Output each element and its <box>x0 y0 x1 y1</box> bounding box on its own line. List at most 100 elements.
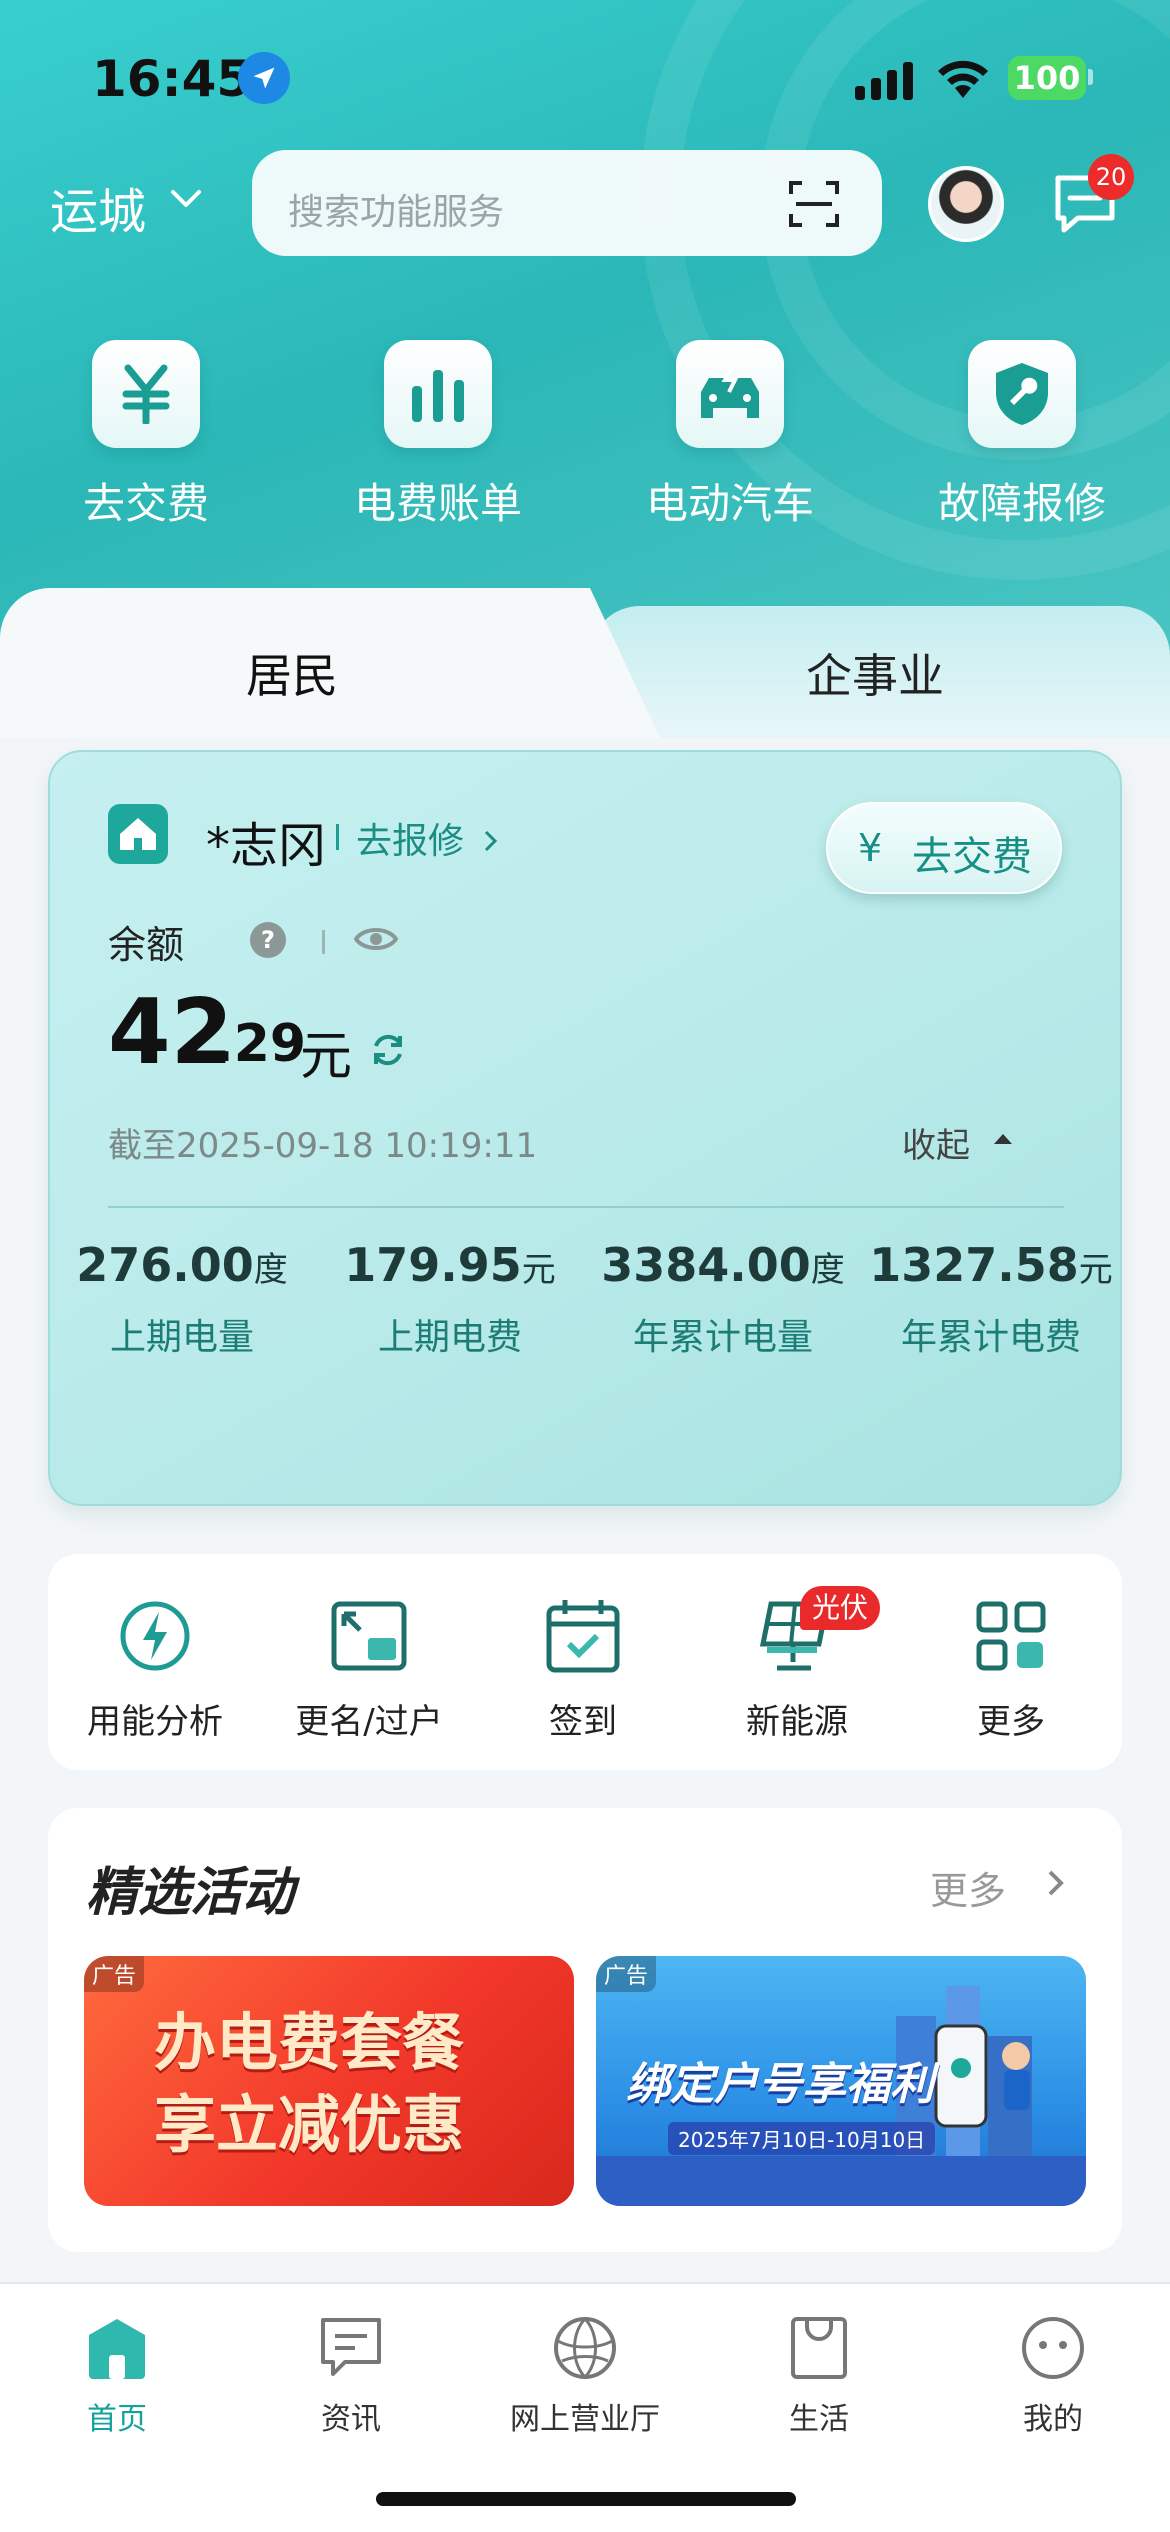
tab-label: 首页 <box>87 2402 147 2437</box>
chevron-down-icon[interactable] <box>170 188 202 210</box>
quick-action-pay[interactable]: 去交费 <box>36 340 256 531</box>
bar-chart-icon <box>384 340 492 448</box>
stat-unit: 度 <box>253 1250 288 1290</box>
stat-value: 3384.00 <box>601 1238 811 1292</box>
stat-year-fee[interactable]: 1327.58元 年累计电费 <box>856 1238 1126 1360</box>
stat-unit: 元 <box>1078 1250 1113 1290</box>
grid-icon <box>904 1594 1118 1678</box>
eye-icon[interactable] <box>354 924 398 954</box>
battery-indicator: 100 <box>1008 56 1086 100</box>
stat-year-usage[interactable]: 3384.00度 年累计电量 <box>588 1238 858 1360</box>
search-input[interactable]: 搜索功能服务 <box>252 150 882 256</box>
quick-action-ev[interactable]: 电动汽车 <box>620 340 840 531</box>
profile-face-icon <box>936 2312 1170 2384</box>
chevron-right-icon[interactable] <box>1046 1868 1066 1898</box>
yuan-icon: ¥ <box>858 826 883 870</box>
location-arrow-icon <box>238 52 290 104</box>
quick-action-label: 故障报修 <box>937 479 1106 528</box>
more-link[interactable]: 更多 <box>930 1860 1006 1915</box>
calendar-check-icon <box>476 1594 690 1678</box>
refresh-icon[interactable] <box>368 1030 408 1070</box>
ev-car-icon <box>676 340 784 448</box>
quick-action-label: 电动汽车 <box>645 479 814 528</box>
cellular-signal-icon <box>855 62 913 100</box>
service-energy-analysis[interactable]: 用能分析 <box>48 1594 262 1743</box>
banner-date-range: 2025年7月10日-10月10日 <box>668 2122 936 2155</box>
divider <box>322 930 325 954</box>
featured-activities: 精选活动 更多 广告 办电费套餐 享立减优惠 广告 绑定户号享福利 2025年7… <box>48 1808 1122 2252</box>
caret-up-icon[interactable] <box>992 1132 1014 1146</box>
tab-online-hall[interactable]: 网上营业厅 <box>468 2312 702 2438</box>
divider <box>336 824 339 850</box>
account-name[interactable]: *志冈 <box>206 806 326 876</box>
stat-last-usage[interactable]: 276.00度 上期电量 <box>52 1238 312 1360</box>
banner-headline: 享立减优惠 <box>154 2088 465 2161</box>
tab-me[interactable]: 我的 <box>936 2312 1170 2438</box>
quick-action-bill[interactable]: 电费账单 <box>328 340 548 531</box>
tab-label: 网上营业厅 <box>510 2402 660 2437</box>
home-indicator[interactable] <box>376 2492 796 2506</box>
banner-headline: 办电费套餐 <box>154 2006 465 2079</box>
ad-tag: 广告 <box>84 1956 145 1992</box>
service-transfer[interactable]: 更名/过户 <box>262 1594 476 1743</box>
tab-enterprise-label: 企事业 <box>806 649 944 703</box>
quick-action-label: 去交费 <box>82 479 209 528</box>
tab-label: 资讯 <box>321 2402 381 2437</box>
stat-value: 179.95 <box>344 1238 522 1292</box>
stat-label: 上期电量 <box>109 1317 254 1358</box>
status-bar: 16:45 100 <box>0 40 1170 120</box>
chevron-right-icon <box>485 830 498 852</box>
banner-headline: 绑定户号享福利 <box>626 2059 934 2110</box>
account-type-tabs: 居民 企事业 <box>0 588 1170 738</box>
quick-action-label: 电费账单 <box>353 479 522 528</box>
shopping-bag-icon <box>702 2312 936 2384</box>
customer-service-avatar[interactable] <box>928 166 1004 242</box>
status-time: 16:45 <box>92 50 252 108</box>
house-icon <box>108 804 168 864</box>
promo-banner-bind-account[interactable]: 广告 绑定户号享福利 2025年7月10日-10月10日 <box>596 1956 1086 2206</box>
stat-value: 276.00 <box>76 1238 254 1292</box>
service-label: 新能源 <box>746 1702 848 1742</box>
service-label: 更多 <box>977 1702 1045 1742</box>
quick-action-repair[interactable]: 故障报修 <box>912 340 1132 531</box>
wifi-icon <box>938 60 988 98</box>
news-icon <box>234 2312 468 2384</box>
balance-unit: 元 <box>300 1027 353 1087</box>
repair-link[interactable]: 去报修 <box>356 812 499 864</box>
stat-last-fee[interactable]: 179.95元 上期电费 <box>320 1238 580 1360</box>
tab-news[interactable]: 资讯 <box>234 2312 468 2438</box>
solar-badge: 光伏 <box>800 1586 881 1630</box>
energy-analysis-icon <box>48 1594 262 1678</box>
stat-value: 1327.58 <box>869 1238 1079 1292</box>
pay-button-label: 去交费 <box>912 834 1032 880</box>
service-label: 更名/过户 <box>295 1702 443 1742</box>
stat-label: 年累计电量 <box>632 1317 813 1358</box>
collapse-toggle[interactable]: 收起 <box>902 1118 970 1167</box>
city-selector[interactable]: 运城 <box>50 172 146 242</box>
help-icon[interactable]: ? <box>250 922 286 958</box>
stat-label: 上期电费 <box>377 1317 522 1358</box>
service-label: 用能分析 <box>87 1702 223 1742</box>
service-more[interactable]: 更多 <box>904 1594 1118 1743</box>
message-count-badge: 20 <box>1088 154 1134 200</box>
stat-label: 年累计电费 <box>900 1317 1081 1358</box>
account-card: *志冈 去报修 ¥ 去交费 余额 ? 42 .29 元 截至2025-09-18… <box>48 750 1122 1506</box>
scan-icon[interactable] <box>788 178 840 230</box>
transfer-icon <box>262 1594 476 1678</box>
divider <box>108 1206 1064 1208</box>
globe-icon <box>468 2312 702 2384</box>
balance-timestamp: 截至2025-09-18 10:19:11 <box>108 1126 538 1166</box>
tab-home[interactable]: 首页 <box>0 2312 234 2438</box>
service-label: 签到 <box>549 1702 617 1742</box>
promo-banner-package[interactable]: 广告 办电费套餐 享立减优惠 <box>84 1956 574 2206</box>
repair-link-label: 去报修 <box>356 821 465 862</box>
pay-button[interactable]: ¥ 去交费 <box>826 802 1062 894</box>
service-checkin[interactable]: 签到 <box>476 1594 690 1743</box>
balance-label: 余额 <box>108 923 185 967</box>
stat-unit: 度 <box>810 1250 845 1290</box>
tab-life[interactable]: 生活 <box>702 2312 936 2438</box>
section-title: 精选活动 <box>86 1863 295 1923</box>
yuan-icon <box>92 340 200 448</box>
home-icon <box>0 2312 234 2384</box>
stat-unit: 元 <box>521 1250 556 1290</box>
